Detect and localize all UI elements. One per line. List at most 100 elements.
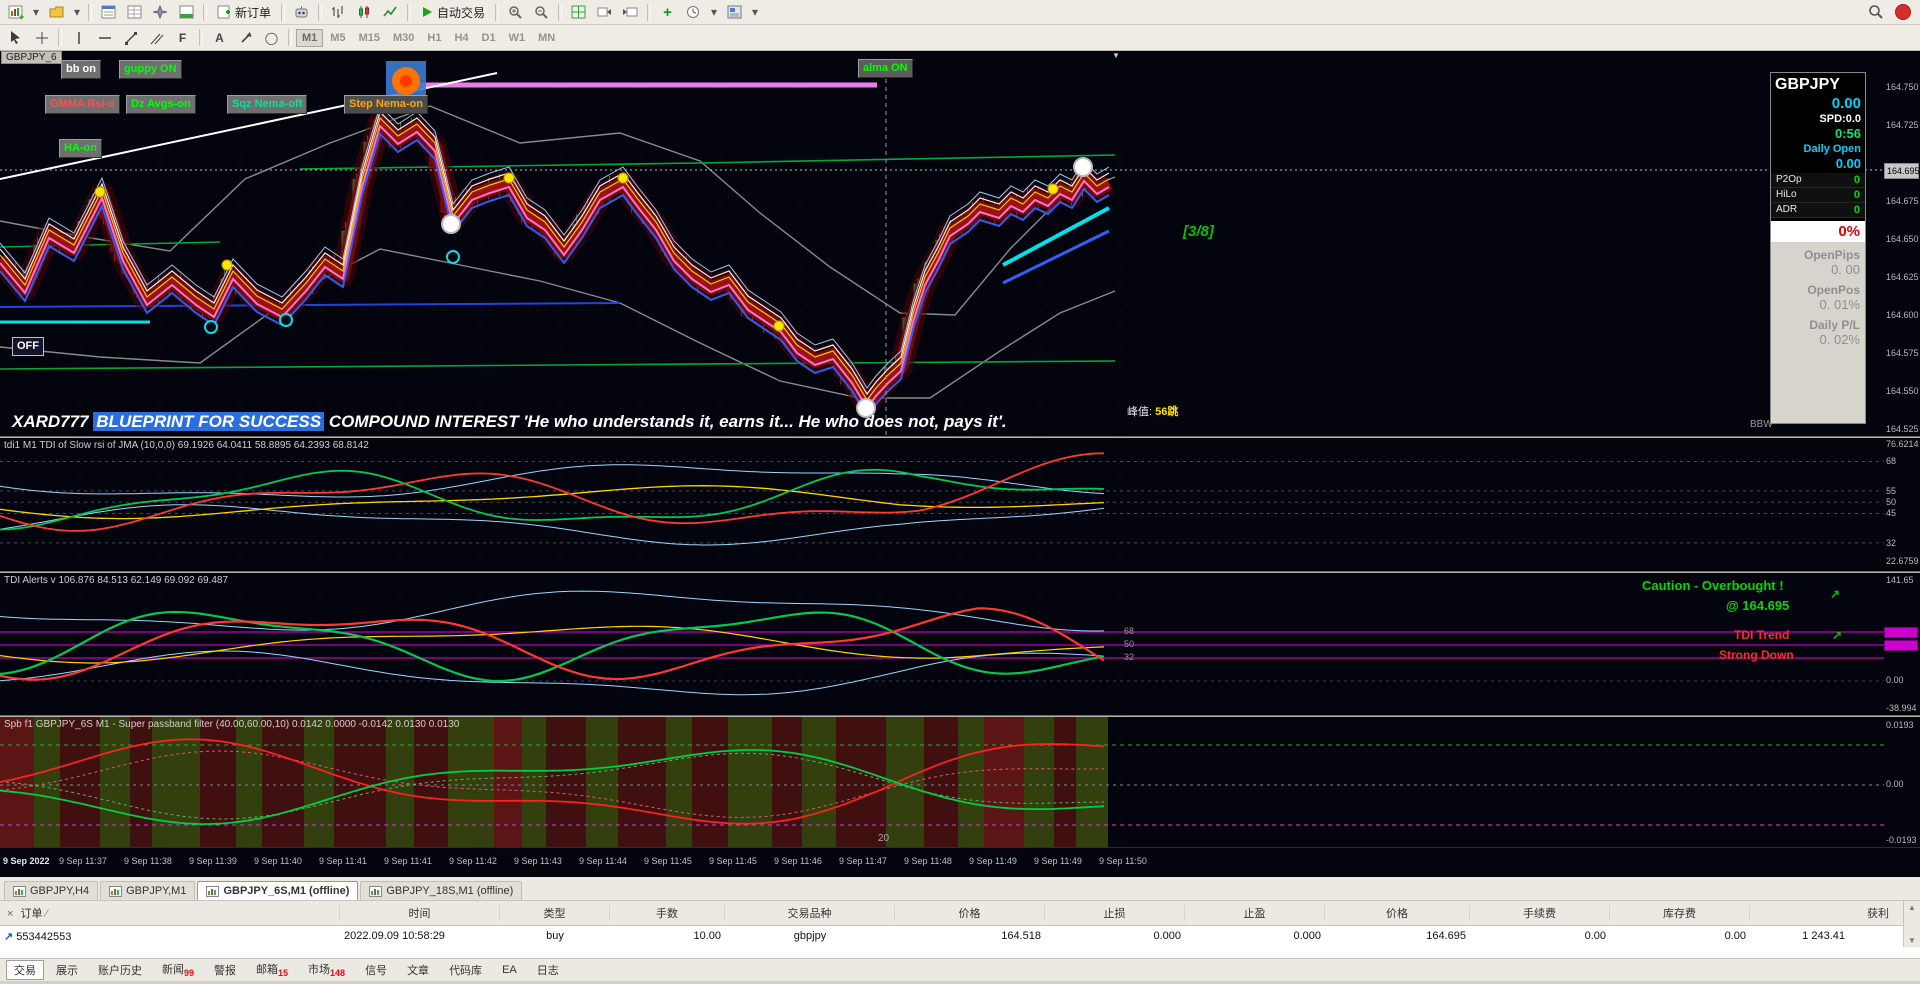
periods-button[interactable] xyxy=(681,1,706,24)
autotrade-button[interactable]: 自动交易 xyxy=(415,2,491,23)
new-order-button[interactable]: 新订单 xyxy=(211,2,277,23)
chart-shift-button[interactable] xyxy=(618,1,643,24)
bb-toggle-button[interactable]: bb on xyxy=(61,60,101,79)
time-axis[interactable]: 9 Sep 2022 9 Sep 11:37 9 Sep 11:38 9 Sep… xyxy=(0,847,1920,877)
terminal-tab-exposure[interactable]: 展示 xyxy=(48,960,86,980)
chart-tab-gbpjpy-6s-offline[interactable]: GBPJPY_6S,M1 (offline) xyxy=(197,881,359,900)
chart-line-button[interactable] xyxy=(378,1,403,24)
tile-windows-button[interactable] xyxy=(566,1,591,24)
price-axis-label: 164.725 xyxy=(1886,120,1919,130)
chart-tab-icon xyxy=(206,885,220,897)
search-icon[interactable] xyxy=(1863,1,1888,24)
guppy-toggle-button[interactable]: guppy ON xyxy=(119,60,182,79)
chart-tab-gbpjpy-h4[interactable]: GBPJPY,H4 xyxy=(4,881,99,900)
chart-tab-gbpjpy-18s-offline[interactable]: GBPJPY_18S,M1 (offline) xyxy=(360,881,523,900)
terminal-close-icon[interactable]: × xyxy=(3,908,17,920)
timeframe-m5[interactable]: M5 xyxy=(324,29,351,47)
horizontal-line-tool[interactable] xyxy=(92,26,117,49)
alma-toggle-button[interactable]: alma ON xyxy=(858,59,913,78)
timeframe-d1[interactable]: D1 xyxy=(476,29,502,47)
data-window-button[interactable] xyxy=(122,1,147,24)
column-header-type[interactable]: 类型 xyxy=(500,905,610,921)
timeframe-w1[interactable]: W1 xyxy=(503,29,532,47)
tdi1-axis-label: 76.6214 xyxy=(1886,439,1919,449)
terminal-tab-trade[interactable]: 交易 xyxy=(6,960,44,980)
ha-toggle-button[interactable]: HA-on xyxy=(59,139,102,158)
timeframe-h4[interactable]: H4 xyxy=(448,29,474,47)
profiles-button[interactable] xyxy=(44,1,69,24)
cursor-tool[interactable] xyxy=(3,26,28,49)
terminal-tab-experts[interactable]: EA xyxy=(494,962,525,978)
indicators-button[interactable]: + xyxy=(655,1,680,24)
sqz-nema-toggle-button[interactable]: Sqz Nema-off xyxy=(227,95,308,114)
time-label: 9 Sep 2022 xyxy=(3,856,50,866)
new-chart-dropdown[interactable]: ▾ xyxy=(29,1,43,24)
terminal-tab-market[interactable]: 市场148 xyxy=(300,959,353,980)
zoom-in-button[interactable] xyxy=(503,1,528,24)
main-price-panel[interactable]: GBPJPY_6 bb on guppy ON GMMA Rsi-o Dz Av… xyxy=(0,51,1884,436)
orders-column-header[interactable]: × 订单 ∕ xyxy=(0,905,340,921)
shapes-tool[interactable]: ◯ xyxy=(259,26,284,49)
column-header-profit[interactable]: 获利 xyxy=(1750,905,1903,921)
arrow-tool[interactable] xyxy=(233,26,258,49)
timeframe-m1[interactable]: M1 xyxy=(296,28,324,47)
channel-tool[interactable] xyxy=(144,26,169,49)
column-header-symbol[interactable]: 交易品种 xyxy=(725,905,895,921)
terminal-scrollbar[interactable]: ▲ ▼ xyxy=(1903,901,1920,947)
off-button[interactable]: OFF xyxy=(12,337,44,356)
text-tool[interactable]: A xyxy=(207,26,232,49)
time-label: 9 Sep 11:46 xyxy=(774,856,822,866)
chart-candles-button[interactable] xyxy=(352,1,377,24)
column-header-time[interactable]: 时间 xyxy=(340,905,500,921)
column-header-lots[interactable]: 手数 xyxy=(610,905,725,921)
chart-tab-gbpjpy-m1[interactable]: GBPJPY,M1 xyxy=(100,881,196,900)
scroll-down-icon[interactable]: ▼ xyxy=(1908,936,1916,945)
column-header-tp[interactable]: 止盈 xyxy=(1185,905,1325,921)
open-pips-value: 0. 00 xyxy=(1831,262,1860,277)
terminal-tab-alerts[interactable]: 警报 xyxy=(206,960,244,980)
terminal-button[interactable] xyxy=(174,1,199,24)
auto-scroll-button[interactable] xyxy=(592,1,617,24)
timeframe-h1[interactable]: H1 xyxy=(421,29,447,47)
terminal-tab-mailbox[interactable]: 邮箱15 xyxy=(248,959,296,980)
column-header-price[interactable]: 价格 xyxy=(895,905,1045,921)
spb-panel[interactable]: Spb f1 GBPJPY_6S M1 - Super passband fil… xyxy=(0,717,1884,847)
gmma-rsi-toggle-button[interactable]: GMMA Rsi-o xyxy=(45,95,120,114)
crosshair-tool[interactable] xyxy=(29,26,54,49)
zoom-out-button[interactable] xyxy=(529,1,554,24)
dz-avgs-toggle-button[interactable]: Dz Avgs-on xyxy=(126,95,196,114)
tdi1-panel[interactable]: tdi1 M1 TDI of Slow rsi of JMA (10,0,0) … xyxy=(0,438,1884,571)
timeframe-mn[interactable]: MN xyxy=(532,29,561,47)
price-axis[interactable]: 164.750 164.725 164.675 164.650 164.625 … xyxy=(1884,51,1920,436)
column-header-commission[interactable]: 手续费 xyxy=(1470,905,1610,921)
terminal-tab-journal[interactable]: 日志 xyxy=(529,960,567,980)
terminal-tab-history[interactable]: 账户历史 xyxy=(90,960,150,980)
templates-dropdown[interactable]: ▾ xyxy=(748,1,762,24)
timeframe-m30[interactable]: M30 xyxy=(387,29,420,47)
periods-dropdown[interactable]: ▾ xyxy=(707,1,721,24)
column-header-sl[interactable]: 止损 xyxy=(1045,905,1185,921)
step-nema-toggle-button[interactable]: Step Nema-on xyxy=(344,95,428,114)
column-header-swap[interactable]: 库存费 xyxy=(1610,905,1750,921)
terminal-tab-articles[interactable]: 文章 xyxy=(399,960,437,980)
timeframe-m15[interactable]: M15 xyxy=(353,29,386,47)
vertical-line-tool[interactable] xyxy=(66,26,91,49)
order-row[interactable]: ↗ 553442553 2022.09.09 10:58:29 buy 10.0… xyxy=(0,925,1903,947)
profiles-dropdown[interactable]: ▾ xyxy=(70,1,84,24)
terminal-tab-signals[interactable]: 信号 xyxy=(357,960,395,980)
fibonacci-tool[interactable]: F xyxy=(170,26,195,49)
terminal-tab-news[interactable]: 新闻99 xyxy=(154,959,202,980)
open-pos-value: 0. 01% xyxy=(1819,297,1860,312)
notification-badge[interactable] xyxy=(1895,4,1911,20)
chart-bars-button[interactable] xyxy=(326,1,351,24)
trendline-tool[interactable] xyxy=(118,26,143,49)
templates-button[interactable] xyxy=(722,1,747,24)
scroll-up-icon[interactable]: ▲ xyxy=(1908,903,1916,912)
terminal-tab-codebase[interactable]: 代码库 xyxy=(441,960,490,980)
navigator-button[interactable] xyxy=(148,1,173,24)
market-watch-button[interactable] xyxy=(96,1,121,24)
column-header-price2[interactable]: 价格 xyxy=(1325,905,1470,921)
tdi-alerts-panel[interactable]: TDI Alerts v 106.876 84.513 62.149 69.09… xyxy=(0,573,1884,715)
expert-advisors-button[interactable] xyxy=(289,1,314,24)
new-chart-button[interactable]: + xyxy=(3,1,28,24)
